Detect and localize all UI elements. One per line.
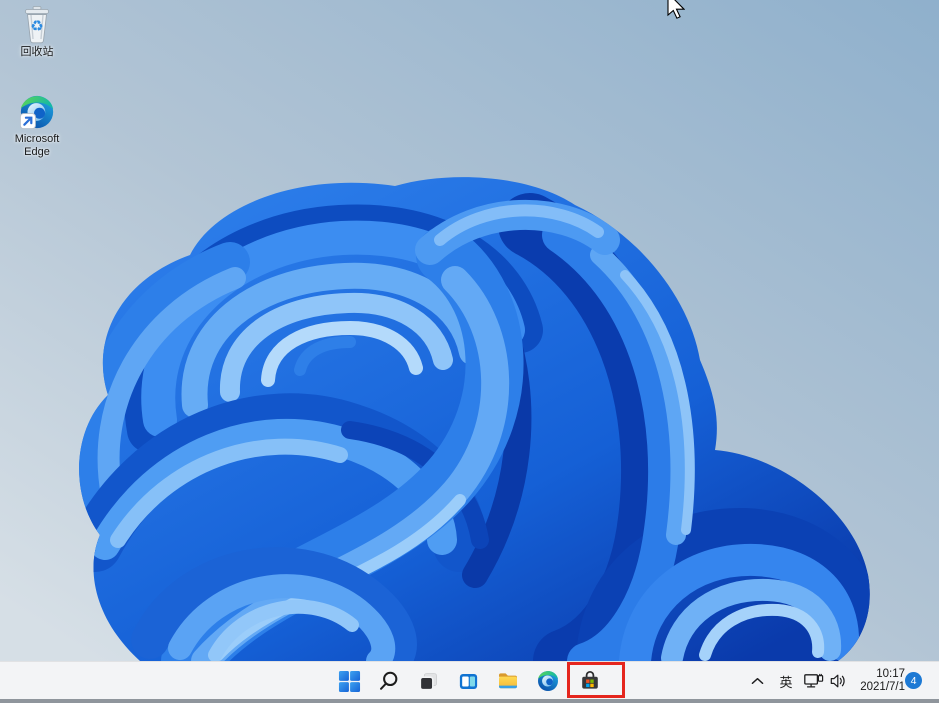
store-bag-icon	[582, 671, 598, 689]
edge-browser-button[interactable]	[528, 663, 568, 699]
show-hidden-icons-button[interactable]	[746, 663, 768, 699]
recycle-bin-icon: ♻	[17, 5, 57, 45]
network-button[interactable]	[801, 663, 827, 699]
desktop-icon-microsoft-edge[interactable]: Microsoft Edge	[2, 92, 72, 159]
windows-logo-icon	[338, 670, 360, 692]
task-view-button[interactable]	[408, 663, 448, 699]
screen-bottom-edge	[0, 699, 939, 703]
windows-desktop-screen: ♻ 回收站 Microsoft Edge 英 10:17 2021/7/1 4	[0, 0, 939, 703]
chevron-up-icon	[751, 677, 763, 685]
ime-language-button[interactable]: 英	[774, 663, 798, 699]
notification-count: 4	[910, 674, 917, 687]
widgets-icon	[459, 673, 477, 689]
taskbar: 英 10:17 2021/7/1	[0, 661, 939, 699]
edge-icon	[17, 92, 57, 132]
task-view-icon	[419, 672, 437, 690]
clock-time: 10:17	[876, 667, 905, 680]
search-icon	[379, 671, 397, 690]
network-icon	[804, 673, 824, 688]
wallpaper-bloom	[0, 0, 939, 661]
folder-icon	[499, 673, 517, 689]
edge-icon	[538, 671, 558, 691]
search-button[interactable]	[368, 663, 408, 699]
microsoft-store-button[interactable]	[570, 663, 610, 699]
notification-badge[interactable]: 4	[905, 672, 922, 689]
desktop-icon-recycle-bin[interactable]: ♻ 回收站	[2, 5, 72, 59]
file-explorer-button[interactable]	[488, 663, 528, 699]
ime-label: 英	[779, 674, 793, 690]
start-button[interactable]	[329, 663, 369, 699]
clock[interactable]: 10:17 2021/7/1	[843, 663, 905, 699]
desktop-icon-label: 回收站	[20, 46, 54, 58]
widgets-button[interactable]	[448, 663, 488, 699]
svg-text:♻: ♻	[30, 17, 43, 35]
clock-date: 2021/7/1	[860, 681, 905, 693]
desktop-icon-label: Microsoft Edge	[14, 133, 60, 158]
arrow-pointer-icon	[667, 0, 686, 20]
